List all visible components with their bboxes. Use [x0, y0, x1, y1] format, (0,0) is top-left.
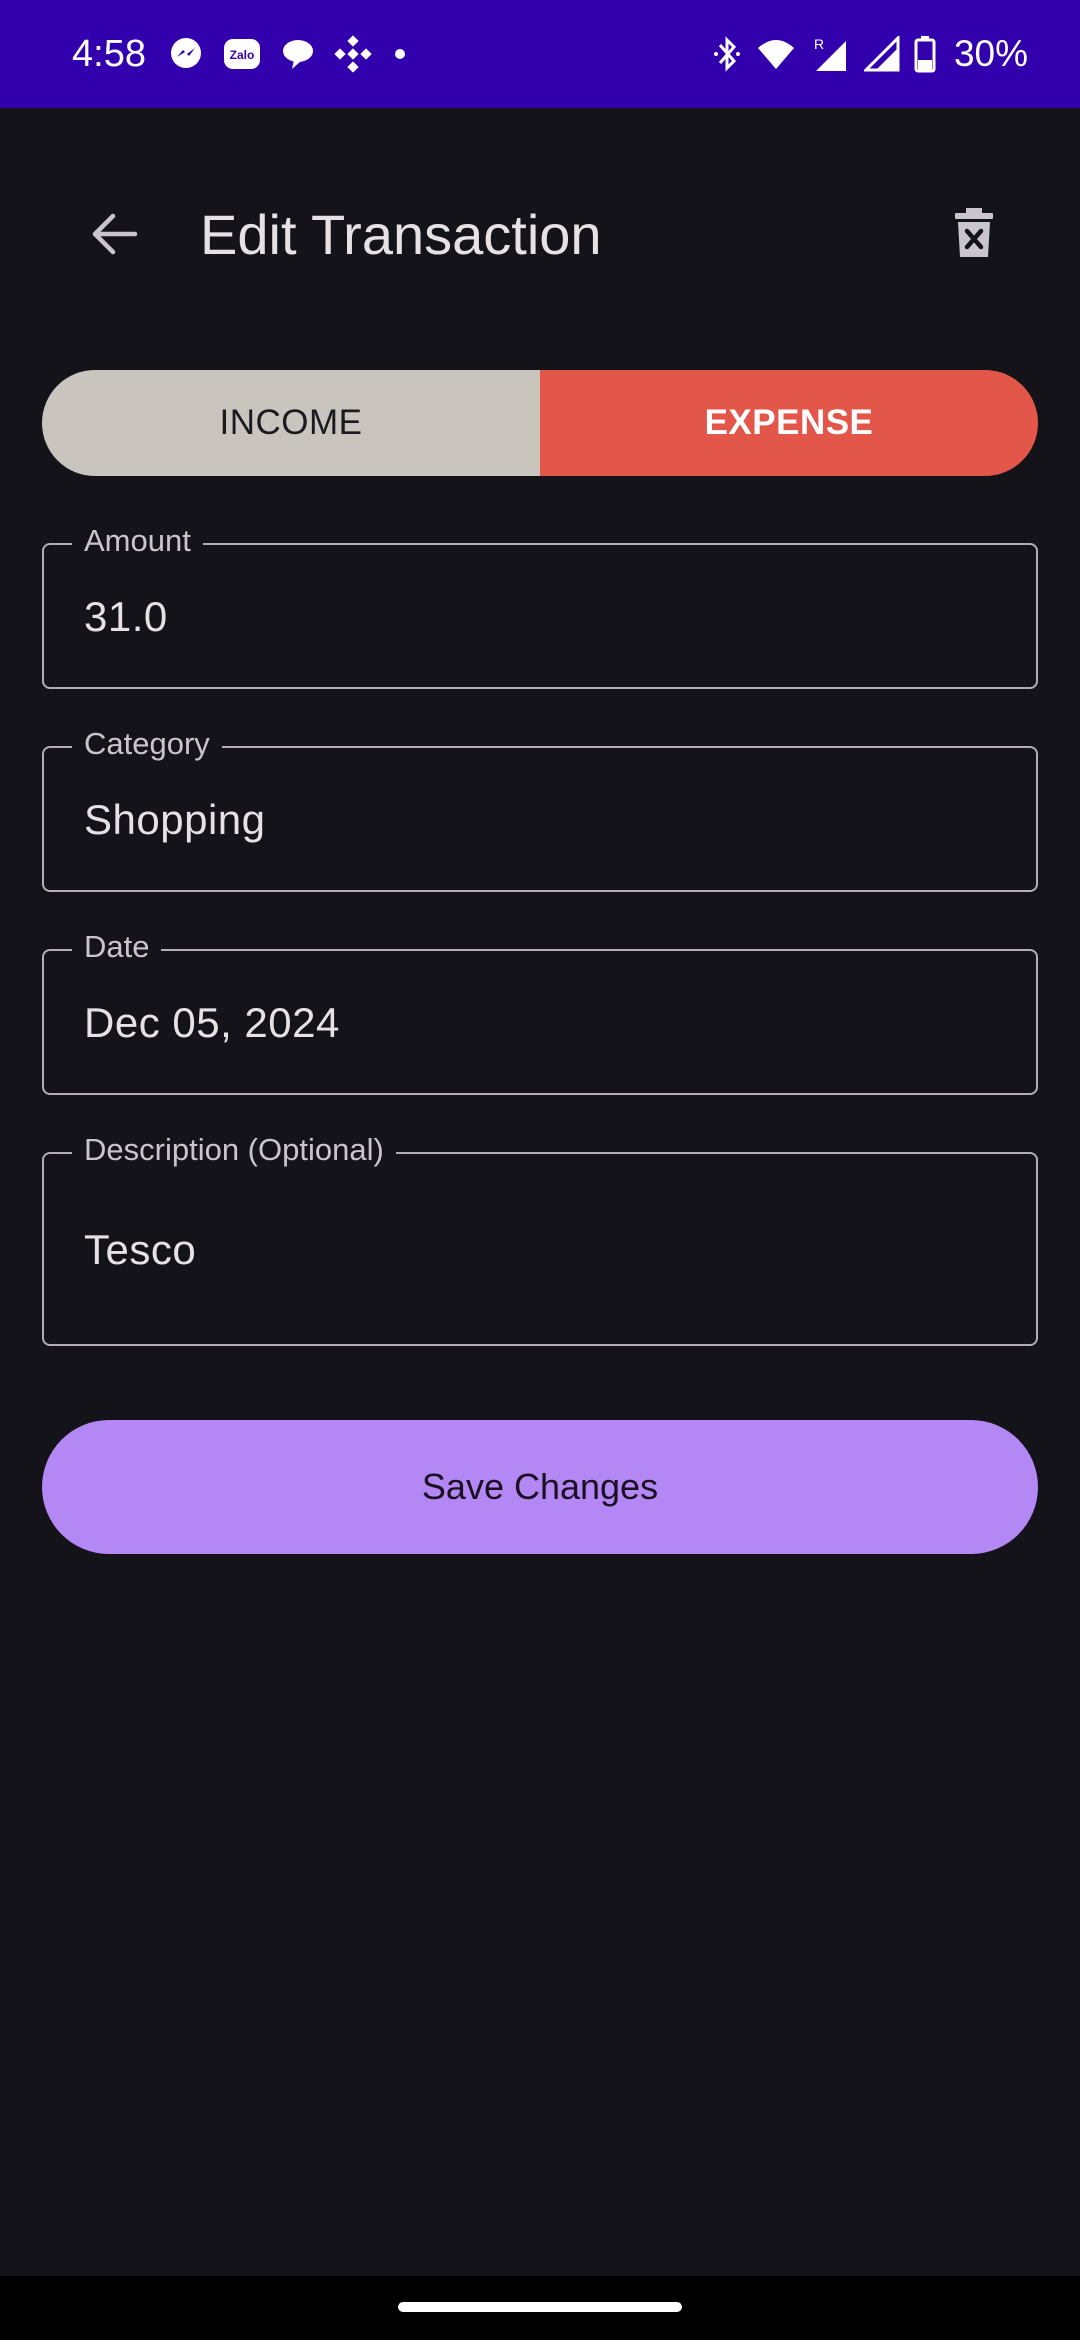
transaction-type-toggle: INCOME EXPENSE [42, 370, 1038, 476]
signal-roaming-icon: R [810, 35, 850, 73]
battery-percent: 30% [953, 33, 1028, 74]
expense-toggle-button[interactable]: EXPENSE [540, 370, 1038, 476]
binance-icon [334, 35, 372, 73]
zalo-icon: Zalo [222, 36, 262, 72]
amount-value: 31.0 [84, 593, 168, 640]
svg-text:Zalo: Zalo [230, 48, 255, 62]
description-value: Tesco [84, 1226, 197, 1273]
status-time: 4:58 [72, 32, 146, 75]
date-field[interactable]: Date Dec 05, 2024 [42, 929, 1038, 1095]
arrow-back-icon [91, 212, 139, 261]
category-value: Shopping [84, 796, 266, 843]
save-changes-button[interactable]: Save Changes [42, 1420, 1038, 1554]
messenger-icon [168, 36, 204, 72]
app-bar: Edit Transaction [0, 180, 1080, 292]
delete-button[interactable] [944, 202, 1004, 268]
category-label: Category [72, 726, 222, 762]
date-value: Dec 05, 2024 [84, 999, 340, 1046]
svg-text:R: R [814, 36, 824, 52]
notification-icons: Zalo [168, 35, 410, 73]
wifi-icon [756, 36, 796, 72]
income-toggle-button[interactable]: INCOME [42, 370, 540, 476]
status-bar: 4:58 Zalo R 30% [0, 0, 1080, 108]
description-field[interactable]: Description (Optional) Tesco [42, 1132, 1038, 1346]
delete-icon [954, 207, 994, 264]
date-label: Date [72, 929, 162, 965]
dot-icon [390, 44, 410, 64]
description-label: Description (Optional) [72, 1132, 396, 1168]
amount-label: Amount [72, 523, 203, 559]
home-indicator[interactable] [398, 2302, 682, 2312]
category-field[interactable]: Category Shopping [42, 726, 1038, 892]
bluetooth-icon [712, 35, 742, 73]
amount-field[interactable]: Amount 31.0 [42, 523, 1038, 689]
back-button[interactable] [72, 208, 158, 264]
page-title: Edit Transaction [200, 203, 602, 266]
chat-bubble-icon [280, 36, 316, 72]
battery-icon [914, 35, 936, 73]
signal-icon [863, 36, 900, 72]
system-icons: R 30% [712, 33, 1028, 75]
